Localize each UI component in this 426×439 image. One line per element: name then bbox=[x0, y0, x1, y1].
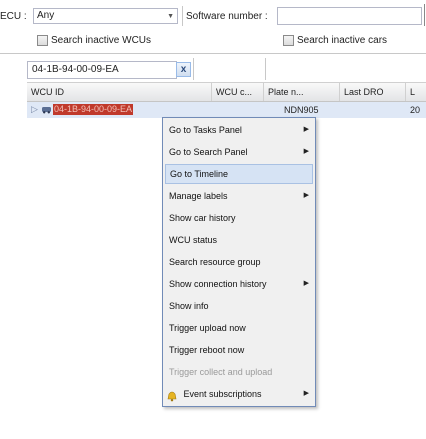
menu-item-trigger-upload-now[interactable]: Trigger upload now bbox=[165, 318, 313, 338]
menu-item-show-car-history[interactable]: Show car history bbox=[165, 208, 313, 228]
menu-item-label: Go to Search Panel bbox=[169, 147, 248, 157]
submenu-arrow-icon: ▶ bbox=[303, 280, 309, 287]
column-header-wcu-id[interactable]: WCU ID bbox=[27, 83, 212, 101]
menu-item-search-resource-group[interactable]: Search resource group bbox=[165, 252, 313, 272]
column-header-wcu-c[interactable]: WCU c... bbox=[212, 83, 264, 101]
menu-item-show-info[interactable]: Show info bbox=[165, 296, 313, 316]
divider bbox=[0, 53, 426, 54]
submenu-arrow-icon: ▶ bbox=[303, 390, 309, 397]
search-inactive-cars-checkbox[interactable]: Search inactive cars bbox=[283, 35, 387, 46]
checkbox-icon[interactable] bbox=[37, 35, 48, 46]
menu-item-event-subscriptions[interactable]: Event subscriptions ▶ bbox=[165, 384, 313, 404]
menu-item-wcu-status[interactable]: WCU status bbox=[165, 230, 313, 250]
search-inactive-wcus-checkbox[interactable]: Search inactive WCUs bbox=[37, 35, 151, 46]
column-header-plate[interactable]: Plate n... bbox=[264, 83, 340, 101]
expand-arrow-icon[interactable]: ▷ bbox=[31, 104, 38, 115]
context-menu: Go to Tasks Panel ▶ Go to Search Panel ▶… bbox=[162, 117, 316, 407]
menu-item-go-to-timeline[interactable]: Go to Timeline bbox=[165, 164, 313, 184]
software-number-input[interactable] bbox=[277, 7, 422, 25]
ecu-label: ECU : bbox=[0, 11, 27, 22]
menu-item-label: Event subscriptions bbox=[183, 389, 262, 399]
software-number-label: Software number : bbox=[186, 11, 268, 22]
menu-item-go-to-search-panel[interactable]: Go to Search Panel ▶ bbox=[165, 142, 313, 162]
menu-item-label: Show info bbox=[169, 301, 209, 311]
submenu-arrow-icon: ▶ bbox=[303, 192, 309, 199]
search-inactive-cars-label: Search inactive cars bbox=[297, 35, 388, 46]
column-header-last-dro[interactable]: Last DRO bbox=[340, 83, 406, 101]
filter-separator bbox=[265, 58, 266, 80]
menu-item-label: Trigger collect and upload bbox=[169, 367, 273, 377]
ecu-combo-value: Any bbox=[37, 10, 55, 21]
menu-item-label: Search resource group bbox=[169, 257, 261, 267]
search-inactive-wcus-label: Search inactive WCUs bbox=[51, 35, 152, 46]
column-header-l[interactable]: L bbox=[406, 83, 426, 101]
car-icon bbox=[42, 105, 51, 114]
wcu-id-filter-input[interactable]: 04-1B-94-00-09-EA bbox=[27, 61, 177, 79]
submenu-arrow-icon: ▶ bbox=[303, 126, 309, 133]
clear-filter-button[interactable]: x bbox=[176, 62, 191, 77]
menu-item-show-connection-history[interactable]: Show connection history ▶ bbox=[165, 274, 313, 294]
toolbar-edge bbox=[424, 4, 425, 26]
menu-item-label: Trigger upload now bbox=[169, 323, 246, 333]
submenu-arrow-icon: ▶ bbox=[303, 148, 309, 155]
menu-item-manage-labels[interactable]: Manage labels ▶ bbox=[165, 186, 313, 206]
menu-item-label: Show connection history bbox=[169, 279, 267, 289]
menu-item-trigger-collect-and-upload: Trigger collect and upload bbox=[165, 362, 313, 382]
menu-item-go-to-tasks-panel[interactable]: Go to Tasks Panel ▶ bbox=[165, 120, 313, 140]
menu-item-label: Go to Tasks Panel bbox=[169, 125, 242, 135]
menu-item-trigger-reboot-now[interactable]: Trigger reboot now bbox=[165, 340, 313, 360]
bell-icon bbox=[165, 389, 179, 402]
filter-separator bbox=[193, 58, 194, 80]
menu-item-label: Go to Timeline bbox=[170, 169, 229, 179]
menu-item-label: Manage labels bbox=[169, 191, 228, 201]
wcu-id-cell: 04-1B-94-00-09-EA bbox=[53, 104, 134, 115]
checkbox-icon[interactable] bbox=[283, 35, 294, 46]
chevron-down-icon[interactable]: ▼ bbox=[167, 9, 174, 24]
plate-cell: NDN905 bbox=[284, 105, 319, 115]
menu-item-label: Show car history bbox=[169, 213, 236, 223]
toolbar-separator bbox=[182, 6, 183, 26]
menu-item-label: WCU status bbox=[169, 235, 218, 245]
ecu-combo[interactable]: Any ▼ bbox=[33, 8, 178, 24]
menu-item-label: Trigger reboot now bbox=[169, 345, 245, 355]
last-cell: 20 bbox=[410, 105, 421, 115]
grid-header: WCU ID WCU c... Plate n... Last DRO L bbox=[27, 82, 426, 102]
table-row[interactable]: ▷ 04-1B-94-00-09-EA NDN905 20 bbox=[27, 102, 426, 118]
